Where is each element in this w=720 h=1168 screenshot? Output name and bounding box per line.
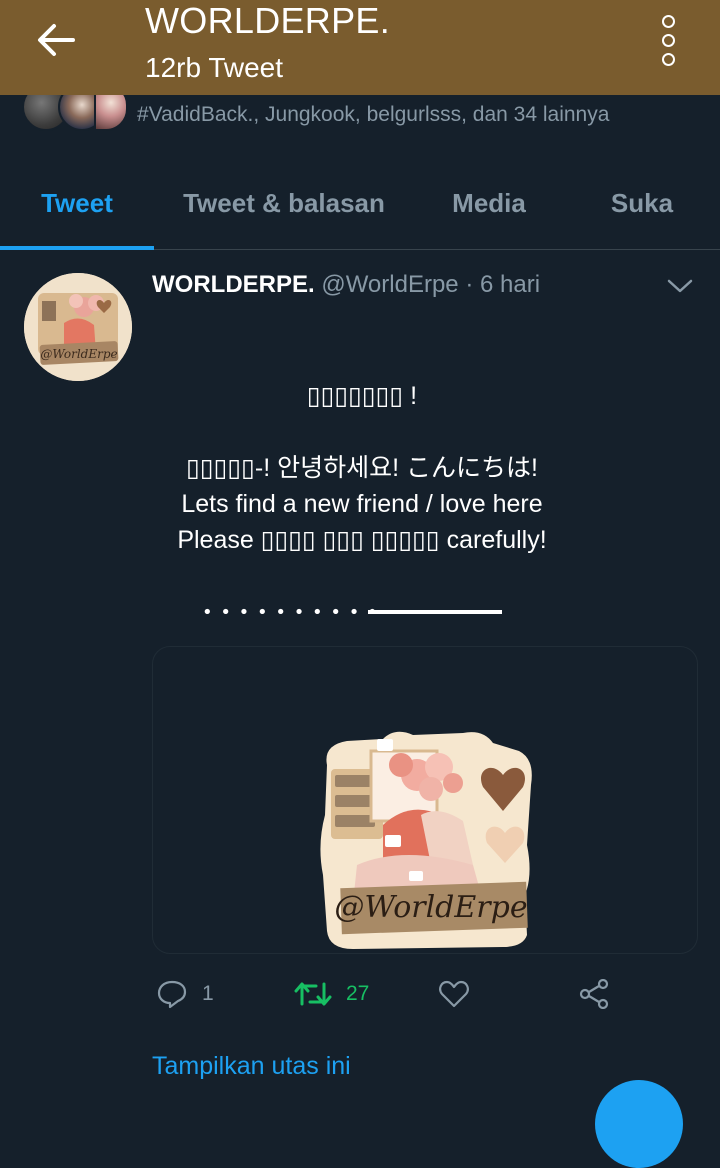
tab-media[interactable]: Media [414,157,564,249]
tweet-header: WORLDERPE. @WorldErpe · 6 hari [152,268,540,302]
tweet-timestamp: 6 hari [479,271,541,298]
sticker-image: @WorldErpe [320,731,532,949]
decorative-divider: • • • • • • • • • • [202,602,502,623]
tab-tweet[interactable]: Tweet [0,157,154,249]
separator-dot: · [465,271,474,298]
profile-header: WORLDERPE. 12rb Tweet [0,0,720,95]
followers-you-know[interactable]: #VadidBack., Jungkook, belgurlsss, dan 3… [0,83,720,145]
divider-bar [368,610,502,614]
reply-button[interactable]: 1 [156,966,214,1022]
tab-tweet-replies[interactable]: Tweet & balasan [154,157,414,249]
reply-count: 1 [202,982,214,1005]
retweet-count: 27 [346,982,370,1005]
chevron-down-icon [667,279,693,293]
share-button[interactable] [578,966,610,1022]
tweet-text-line: ▯▯▯▯▯-! 안녕하세요! こんにちは! [186,454,538,482]
tweet-text-line: Please ▯▯▯▯ ▯▯▯ ▯▯▯▯▯ carefully! [177,526,547,554]
tweet-text-line: Lets find a new friend / love here [181,490,543,518]
tweet-author-avatar[interactable]: @WorldErpe [24,273,132,381]
profile-title: WORLDERPE. [145,0,391,41]
tweet-author-name[interactable]: WORLDERPE. [152,271,315,298]
more-vertical-icon-dot [661,33,675,47]
compose-tweet-button[interactable] [595,1080,683,1168]
more-options-button[interactable] [646,14,690,66]
reply-icon [157,980,187,1009]
show-thread-link[interactable]: Tampilkan utas ini [152,1052,351,1081]
tab-likes[interactable]: Suka [564,157,720,249]
retweet-icon [294,982,332,1006]
tweet-media[interactable]: @WorldErpe [152,646,698,954]
more-vertical-icon-dot [661,52,675,66]
followers-text: #VadidBack., Jungkook, belgurlsss, dan 3… [137,103,610,126]
tweet-count: 12rb Tweet [145,52,284,83]
tab-label: Suka [610,187,674,218]
active-tab-indicator [0,246,154,250]
more-vertical-icon [661,14,675,28]
tweet-text: ▯▯▯▯▯▯▯ ! ▯▯▯▯▯-! 안녕하세요! こんにちは! Lets fin… [152,378,572,558]
like-icon [439,980,469,1008]
back-button[interactable] [22,14,90,66]
arrow-left-icon [38,24,75,56]
tweet-menu-button[interactable] [662,272,698,300]
tweet-author-handle[interactable]: @WorldErpe [321,271,458,298]
tweet-text-gap [152,414,572,450]
like-button[interactable] [438,966,484,1022]
share-icon [579,979,609,1009]
retweet-button[interactable]: 27 [294,966,369,1022]
tweet-text-line: ▯▯▯▯▯▯▯ ! [306,382,418,410]
avatar-artwork: @WorldErpe [24,273,132,381]
avatar-watermark-text: @WorldErpe [40,347,117,361]
tweet-actions: 1 27 [152,966,632,1022]
profile-tabs: Tweet Tweet & balasan Media Suka [0,157,720,250]
tab-label: Media [452,187,526,218]
tab-label: Tweet [41,187,113,218]
tab-label: Tweet & balasan [183,187,385,218]
media-watermark-text: @WorldErpe [334,890,527,925]
divider-dots: • • • • • • • • • • [202,602,379,623]
